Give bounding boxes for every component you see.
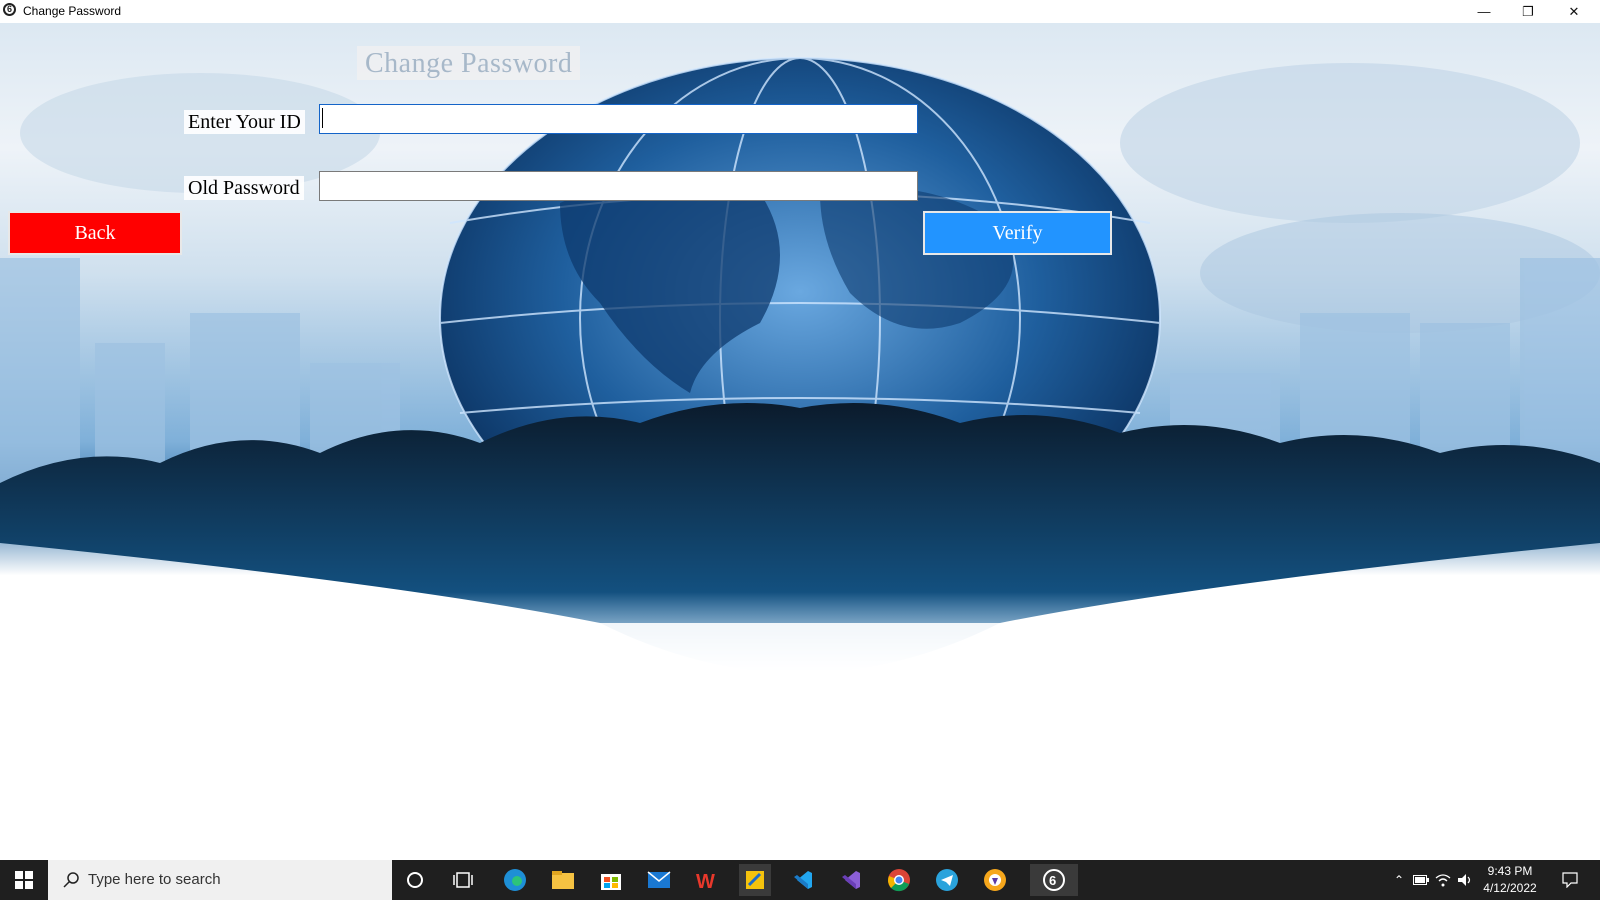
visual-studio-icon[interactable]	[835, 864, 867, 896]
clock-time: 9:43 PM	[1487, 864, 1533, 878]
mail-icon[interactable]	[643, 864, 675, 896]
show-hidden-icons-chevron-icon[interactable]: ⌃	[1388, 860, 1410, 900]
store-icon[interactable]	[595, 864, 627, 896]
cortana-icon[interactable]	[399, 864, 431, 896]
id-input[interactable]	[319, 104, 918, 134]
text-caret	[322, 108, 323, 128]
close-button[interactable]: ✕	[1552, 0, 1596, 23]
taskbar-clock[interactable]: 9:43 PM 4/12/2022	[1478, 863, 1542, 897]
window-titlebar: 6 Change Password — ❐ ✕	[0, 0, 1600, 23]
sql-tool-icon[interactable]	[739, 864, 771, 896]
window-title: Change Password	[23, 4, 122, 18]
battery-icon[interactable]	[1410, 860, 1432, 900]
vscode-icon[interactable]	[787, 864, 819, 896]
id-label: Enter Your ID	[184, 110, 305, 134]
search-icon	[63, 872, 79, 888]
windows-logo-icon	[15, 871, 33, 889]
back-button[interactable]: Back	[8, 211, 182, 255]
file-explorer-icon[interactable]	[547, 864, 579, 896]
telegram-icon[interactable]	[931, 864, 963, 896]
notification-center-icon[interactable]	[1556, 860, 1584, 900]
verify-button[interactable]: Verify	[923, 211, 1112, 255]
svg-text:6: 6	[1049, 873, 1056, 888]
wps-office-icon[interactable]: W	[691, 864, 723, 896]
old-password-input[interactable]	[319, 171, 918, 201]
edge-icon[interactable]	[499, 864, 531, 896]
task-view-icon[interactable]	[447, 864, 479, 896]
globe-people-background-image	[0, 57, 1600, 860]
app-lock-icon: 6	[3, 3, 16, 16]
wifi-icon[interactable]	[1432, 860, 1454, 900]
chrome-icon[interactable]	[883, 864, 915, 896]
minimize-button[interactable]: —	[1462, 0, 1506, 23]
form-title: Change Password	[357, 46, 581, 80]
taskbar-search-box[interactable]: Type here to search	[48, 860, 392, 900]
volume-icon[interactable]	[1454, 860, 1476, 900]
svg-text:W: W	[696, 871, 715, 891]
start-button[interactable]	[0, 860, 48, 900]
clock-date: 4/12/2022	[1483, 881, 1537, 895]
old-password-label: Old Password	[184, 176, 304, 200]
form-client-area: Change Password Enter Your ID Old Passwo…	[0, 23, 1600, 860]
taskbar: Type here to search W 6 ⌃ 9:43 PM 4/12/2…	[0, 860, 1600, 900]
brave-icon[interactable]	[979, 864, 1011, 896]
search-placeholder: Type here to search	[88, 871, 221, 888]
change-password-app-icon[interactable]: 6	[1030, 864, 1078, 896]
restore-button[interactable]: ❐	[1506, 0, 1550, 23]
